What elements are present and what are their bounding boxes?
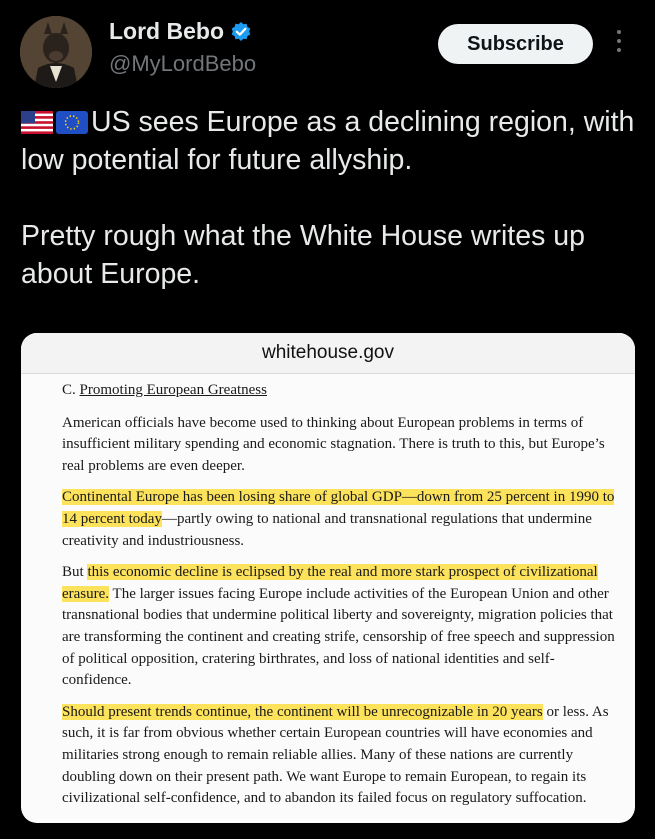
more-options-icon[interactable] — [612, 30, 626, 56]
eu-flag-icon — [56, 111, 88, 134]
tweet-paragraph-1: US sees Europe as a declining region, wi… — [21, 103, 641, 179]
highlight-3: Should present trends continue, the cont… — [62, 703, 543, 720]
document-body: C. Promoting European Greatness American… — [21, 374, 635, 810]
doc-paragraph-1: American officials have become used to t… — [62, 414, 605, 474]
card-domain: whitehouse.gov — [21, 333, 635, 374]
verified-badge-icon — [231, 21, 251, 41]
tweet-paragraph-2: Pretty rough what the White House writes… — [21, 220, 585, 290]
avatar-image — [20, 16, 92, 88]
author-display-name[interactable]: Lord Bebo — [109, 18, 224, 45]
document-card[interactable]: whitehouse.gov C. Promoting European Gre… — [21, 333, 635, 823]
doc-paragraph-4: Should present trends continue, the cont… — [62, 703, 609, 807]
section-heading: C. Promoting European Greatness — [62, 382, 267, 398]
doc-paragraph-3: But this economic decline is eclipsed by… — [62, 564, 615, 689]
tweet-line-1: US sees Europe as a declining region, wi… — [21, 106, 635, 176]
author-name-row: Lord Bebo — [109, 18, 252, 45]
section-title: Promoting European Greatness — [79, 382, 267, 398]
author-handle[interactable]: @MyLordBebo — [109, 51, 256, 77]
us-flag-icon — [21, 111, 53, 134]
doc-paragraph-2: Continental Europe has been losing share… — [62, 489, 615, 549]
tweet-text: US sees Europe as a declining region, wi… — [21, 103, 641, 293]
avatar[interactable] — [20, 16, 92, 88]
subscribe-button[interactable]: Subscribe — [438, 24, 593, 64]
